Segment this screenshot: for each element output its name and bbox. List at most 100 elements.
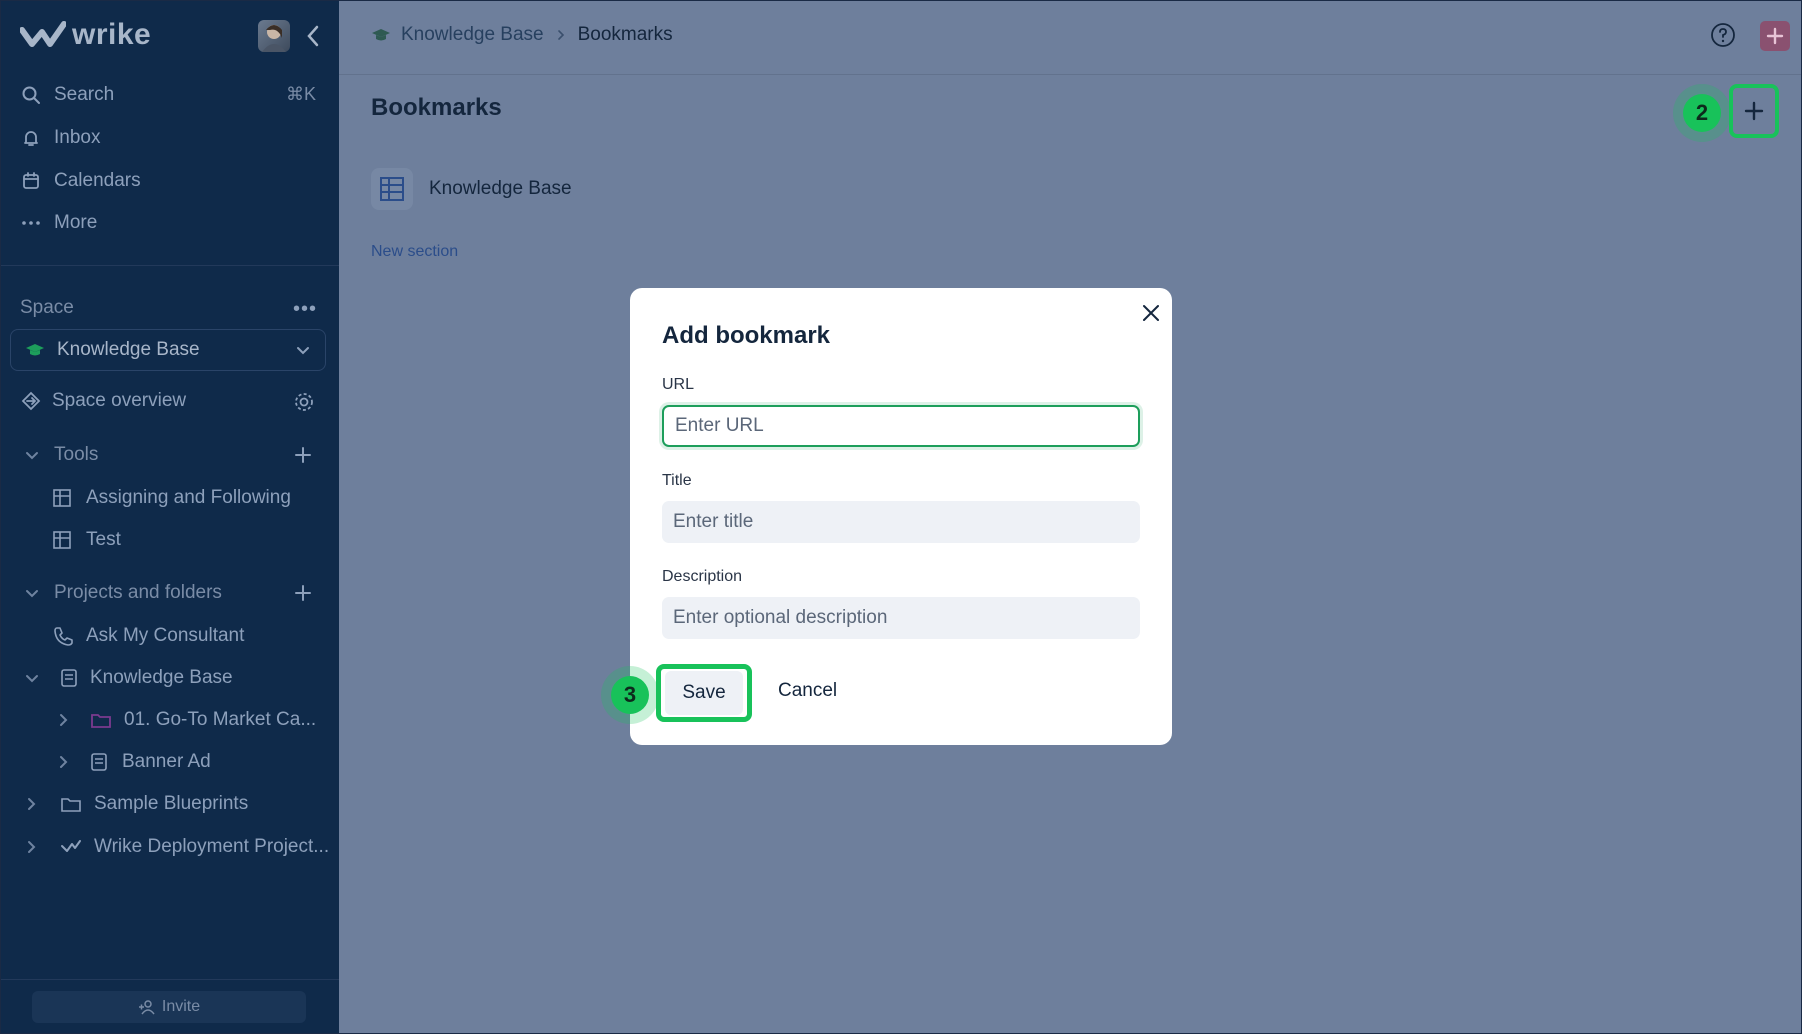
space-overview-label: Space overview [52,390,187,411]
sidebar-footer-divider [0,979,339,980]
chevron-down-icon [26,675,38,683]
sidebar-item-label: Test [86,529,121,550]
invite-button[interactable]: Invite [32,991,306,1023]
close-icon[interactable] [1140,302,1162,324]
create-new-button[interactable] [1760,21,1790,51]
add-user-icon [138,1000,155,1015]
sidebar-item-label: Ask My Consultant [86,625,245,646]
graduation-cap-icon [26,344,44,356]
space-overview-icon [21,391,41,411]
chevron-right-icon [28,798,36,810]
tools-label: Tools [54,444,99,465]
sidebar: wrike Search ⌘K Inbox Calendars More Spa… [0,0,339,1034]
sidebar-item-label: Knowledge Base [90,667,233,688]
description-input[interactable] [662,597,1140,639]
nav-inbox-label: Inbox [54,127,101,148]
gear-icon[interactable] [293,391,315,413]
add-project-icon[interactable] [294,584,312,602]
sidebar-item-go-to-market[interactable]: 01. Go-To Market Ca... [56,709,316,731]
chevron-right-icon [28,841,36,853]
chevron-down-icon [26,590,38,598]
help-icon[interactable] [1710,22,1736,48]
sidebar-item-sample-blueprints[interactable]: Sample Blueprints [24,793,248,815]
space-label: Space [20,297,74,318]
save-button[interactable]: Save [656,664,752,722]
page-title: Bookmarks [371,94,502,121]
wrike-logo[interactable]: wrike [20,18,151,52]
chevron-down-icon [297,347,309,355]
wrike-check-icon [20,21,66,47]
plus-icon [1744,101,1764,121]
projects-label: Projects and folders [54,582,222,603]
url-label: URL [662,376,695,393]
project-icon [61,669,77,687]
sidebar-item-label: Wrike Deployment Project... [94,836,330,857]
step-badge: 2 [1683,94,1721,132]
bookmark-item[interactable]: Knowledge Base [371,168,572,210]
project-icon [91,753,107,771]
cancel-button[interactable]: Cancel [778,680,837,702]
nav-search-label: Search [54,84,115,105]
table-icon [53,531,71,549]
save-button-label: Save [665,671,743,715]
calendar-icon [20,170,42,192]
add-bookmark-button[interactable] [1729,84,1779,138]
sidebar-item-ask-consultant[interactable]: Ask My Consultant [52,625,244,647]
space-selector[interactable]: Knowledge Base [10,329,326,371]
breadcrumb-space[interactable]: Knowledge Base [401,24,544,46]
tools-section[interactable]: Tools [24,444,98,466]
logo-text: wrike [72,18,152,51]
url-input[interactable] [662,405,1140,447]
phone-icon [54,627,73,646]
nav-inbox[interactable]: Inbox [20,127,100,149]
graduation-cap-icon [372,29,390,41]
title-label: Title [662,472,692,489]
breadcrumb-current: Bookmarks [577,24,673,45]
sidebar-item-test[interactable]: Test [52,529,121,551]
title-input[interactable] [662,501,1140,543]
projects-section[interactable]: Projects and folders [24,582,222,604]
add-bookmark-dialog: Add bookmark URL Title Description Save … [630,288,1172,745]
sidebar-item-assigning[interactable]: Assigning and Following [52,487,291,509]
space-overview[interactable]: Space overview [20,390,186,412]
collapse-sidebar-icon[interactable] [303,22,323,50]
table-icon [53,489,71,507]
sidebar-item-banner-ad[interactable]: Banner Ad [56,751,211,773]
nav-calendars-label: Calendars [54,170,141,191]
plus-icon [1766,27,1784,45]
dialog-title: Add bookmark [662,322,831,349]
sidebar-item-wrike-deployment[interactable]: Wrike Deployment Project... [24,836,329,858]
add-tool-icon[interactable] [294,446,312,464]
invite-label: Invite [161,998,201,1015]
top-bar: Knowledge Base Bookmarks [339,0,1802,75]
description-label: Description [662,568,743,585]
nav-more-label: More [54,212,98,233]
avatar[interactable] [258,20,290,52]
check-project-icon [61,840,81,852]
chevron-right-icon [60,714,68,726]
new-section-link[interactable]: New section [371,243,458,261]
search-shortcut: ⌘K [286,84,317,104]
folder-icon [91,714,111,728]
space-selected-label: Knowledge Base [57,339,200,360]
sidebar-item-label: Banner Ad [122,751,211,772]
nav-calendars[interactable]: Calendars [20,170,141,192]
bookmark-label: Knowledge Base [429,178,572,199]
nav-search[interactable]: Search [20,84,114,106]
nav-more[interactable]: More [20,212,97,234]
bell-icon [20,127,42,149]
chevron-right-icon [60,756,68,768]
folder-icon [61,798,81,812]
sidebar-item-label: Sample Blueprints [94,793,249,814]
sidebar-item-label: Assigning and Following [86,487,291,508]
breadcrumb: Knowledge Base Bookmarks [371,24,673,46]
table-view-icon [371,168,413,210]
sidebar-item-label: 01. Go-To Market Ca... [124,709,317,730]
sidebar-item-knowledge-base[interactable]: Knowledge Base [24,667,233,689]
dots-icon [20,212,42,234]
chevron-down-icon [26,452,38,460]
step-badge: 3 [611,676,649,714]
chevron-right-icon [557,30,564,40]
space-more-icon[interactable]: ••• [293,298,317,321]
search-icon [20,84,42,106]
